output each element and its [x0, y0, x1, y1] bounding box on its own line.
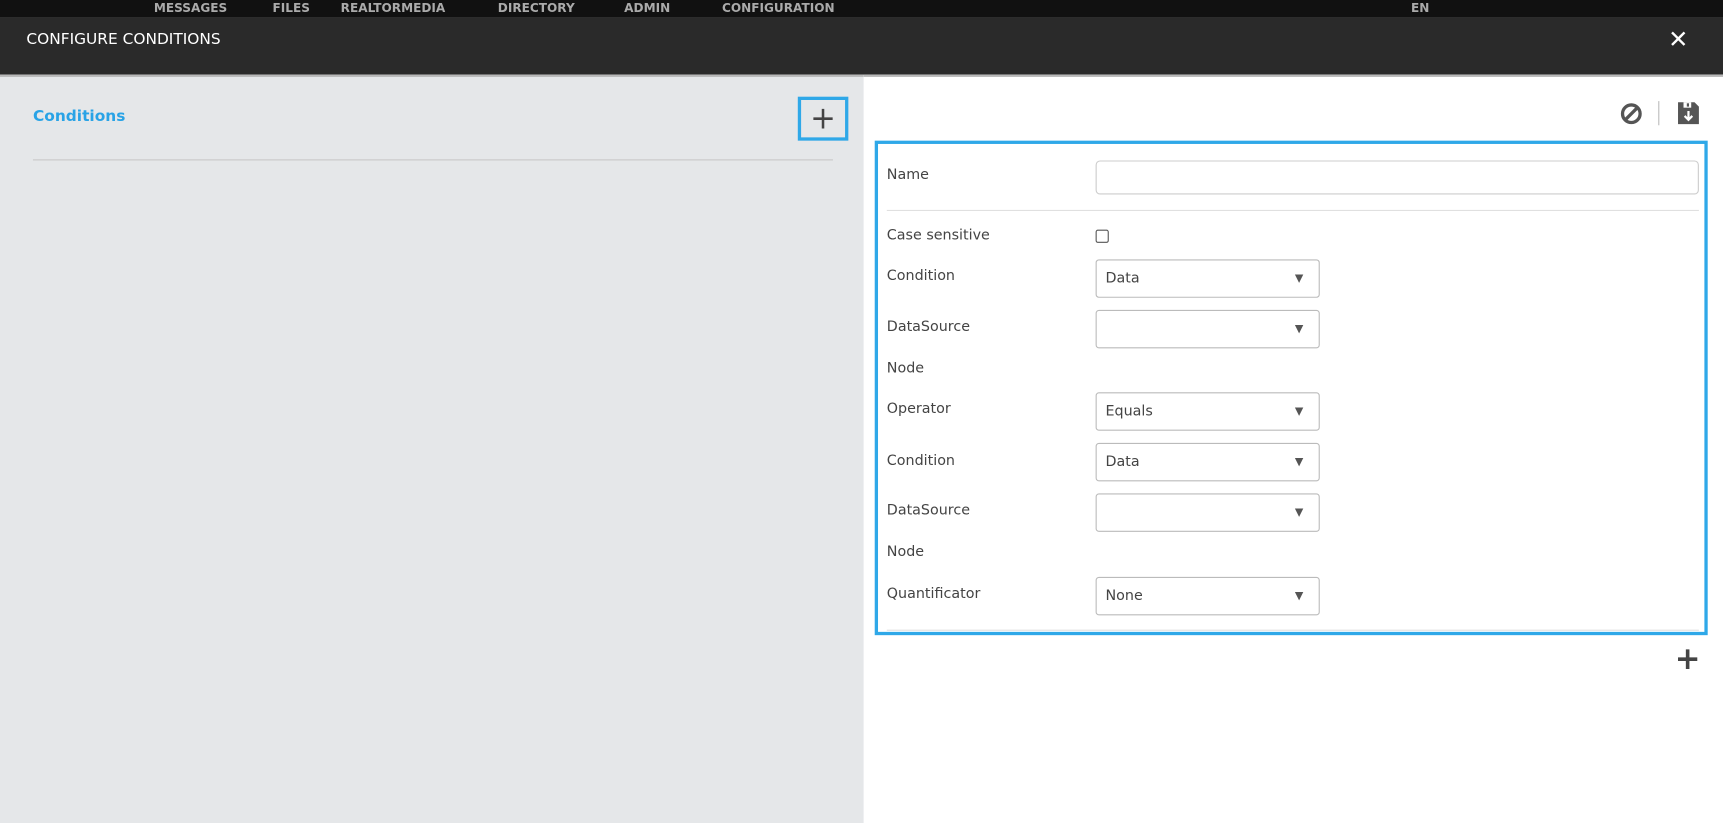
conditions-list-panel	[0, 75, 864, 823]
add-condition-button[interactable]: +	[798, 97, 849, 141]
datasource-select[interactable]: ▼	[1096, 310, 1320, 348]
datasource-label: DataSource	[887, 319, 970, 335]
operator-label: Operator	[887, 401, 951, 417]
condition-select[interactable]: Data ▼	[1096, 259, 1320, 297]
node-label: Node	[887, 544, 924, 560]
datasource-select[interactable]: ▼	[1096, 493, 1320, 531]
chevron-down-icon: ▼	[1295, 456, 1303, 468]
dialog-title: CONFIGURE CONDITIONS	[26, 31, 220, 49]
condition-label: Condition	[887, 453, 955, 469]
condition-label: Condition	[887, 268, 955, 284]
case-sensitive-label: Case sensitive	[887, 227, 990, 243]
datasource-label: DataSource	[887, 502, 970, 518]
divider	[887, 630, 1699, 631]
chevron-down-icon: ▼	[1295, 507, 1303, 519]
nav-language: EN	[1411, 2, 1429, 15]
close-icon[interactable]: ✕	[1668, 26, 1688, 53]
ban-icon[interactable]	[1620, 102, 1643, 125]
operator-value: Equals	[1105, 403, 1152, 419]
nav-configuration: CONFIGURATION	[722, 2, 835, 15]
conditions-heading: Conditions	[33, 108, 125, 126]
dialog-header	[0, 18, 1723, 75]
nav-directory: DIRECTORY	[498, 2, 575, 15]
nav-realtormedia: REALTORMEDIA	[341, 2, 446, 15]
nav-messages: MESSAGES	[154, 2, 227, 15]
node-label: Node	[887, 360, 924, 376]
name-label: Name	[887, 167, 929, 183]
chevron-down-icon: ▼	[1295, 273, 1303, 285]
case-sensitive-checkbox[interactable]	[1096, 230, 1109, 243]
name-input[interactable]	[1096, 160, 1699, 194]
condition-value: Data	[1105, 454, 1139, 470]
quantificator-select[interactable]: None ▼	[1096, 577, 1320, 615]
toolbar-separator	[1658, 101, 1659, 125]
nav-admin: ADMIN	[624, 2, 670, 15]
chevron-down-icon: ▼	[1295, 323, 1303, 335]
chevron-down-icon: ▼	[1295, 590, 1303, 602]
save-icon[interactable]	[1677, 101, 1700, 125]
divider	[887, 210, 1699, 211]
background-navbar: MESSAGES FILES REALTORMEDIA DIRECTORY AD…	[0, 0, 1723, 18]
operator-select[interactable]: Equals ▼	[1096, 392, 1320, 430]
condition-select[interactable]: Data ▼	[1096, 443, 1320, 481]
add-rule-button[interactable]: +	[1675, 644, 1701, 675]
quantificator-label: Quantificator	[887, 586, 981, 602]
chevron-down-icon: ▼	[1295, 405, 1303, 417]
condition-form	[875, 141, 1708, 636]
condition-value: Data	[1105, 270, 1139, 286]
divider	[33, 159, 833, 160]
quantificator-value: None	[1105, 588, 1142, 604]
nav-files: FILES	[273, 2, 310, 15]
